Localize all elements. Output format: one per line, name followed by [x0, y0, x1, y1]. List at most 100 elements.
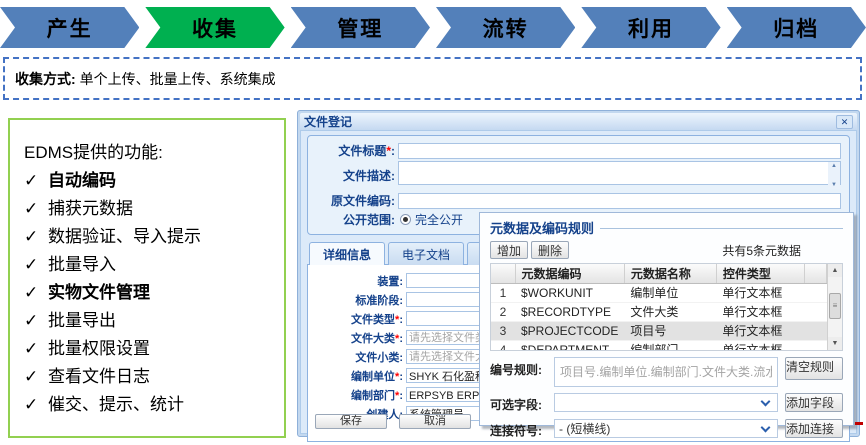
- close-icon[interactable]: ✕: [836, 115, 853, 129]
- row-name: 文件大类: [624, 302, 716, 321]
- table-row[interactable]: 4 $DEPARTMENT 编制部门 单行文本框: [491, 340, 827, 351]
- dialog-footer: 保存 取消: [315, 414, 471, 429]
- form-label: 文件小类:: [308, 349, 406, 365]
- flow-step-circulate: 流转: [436, 7, 575, 48]
- panel-title-row: 元数据及编码规则: [490, 218, 843, 237]
- connector-label: 连接符号:: [490, 418, 554, 439]
- row-code: $WORKUNIT: [515, 283, 624, 302]
- dialog-title: 文件登记: [304, 113, 352, 130]
- radio-public-icon[interactable]: [400, 214, 411, 225]
- feature-text: 数据验证、导入提示: [48, 223, 201, 251]
- file-title-input[interactable]: [398, 143, 841, 159]
- chevron-down-icon[interactable]: [761, 396, 771, 406]
- panel-title: 元数据及编码规则: [490, 218, 594, 237]
- feature-item: ✓批量导入: [24, 251, 276, 279]
- file-description-wrap: ▲ ▼: [398, 161, 841, 190]
- flow-step-utilize: 利用: [581, 7, 720, 48]
- row-num: 1: [491, 283, 515, 302]
- table-header-row: 元数据编码 元数据名称 控件类型: [491, 264, 827, 283]
- row-name: 编制部门: [624, 340, 716, 351]
- form-label: 文件类型*:: [308, 311, 406, 327]
- chevron-down-icon[interactable]: [761, 422, 771, 432]
- feature-text: 捕获元数据: [48, 195, 133, 223]
- scrollbar-track[interactable]: ≡: [828, 277, 842, 337]
- original-code-input[interactable]: [398, 193, 841, 209]
- row-type: 单行文本框: [716, 283, 804, 302]
- check-icon: ✓: [24, 391, 48, 419]
- check-icon: ✓: [24, 307, 48, 335]
- check-icon: ✓: [24, 335, 48, 363]
- add-connector-button[interactable]: 添加连接: [785, 419, 843, 438]
- title-divider: [600, 228, 843, 229]
- feature-item: ✓捕获元数据: [24, 195, 276, 223]
- field-row-description: 文件描述: ▲ ▼: [308, 161, 841, 190]
- feature-text: 批量导出: [48, 307, 116, 335]
- check-icon: ✓: [24, 279, 48, 307]
- table-row[interactable]: 1 $WORKUNIT 编制单位 单行文本框: [491, 283, 827, 302]
- feature-text: 催交、提示、统计: [48, 391, 184, 419]
- table-row[interactable]: 2 $RECORDTYPE 文件大类 单行文本框: [491, 302, 827, 321]
- form-label: 编制单位*:: [308, 368, 406, 384]
- row-num: 4: [491, 340, 515, 351]
- tab-electronic-doc[interactable]: 电子文档: [388, 242, 464, 265]
- flow-step-label: 管理: [337, 13, 383, 43]
- table-row-selected[interactable]: 3 $PROJECTCODE 项目号 单行文本框: [491, 321, 827, 340]
- row-num: 2: [491, 302, 515, 321]
- row-type: 单行文本框: [716, 321, 804, 340]
- features-title: EDMS提供的功能:: [24, 138, 276, 163]
- flow-step-label: 收集: [192, 13, 238, 43]
- tab-detail-info[interactable]: 详细信息: [309, 242, 385, 265]
- delete-metadata-button[interactable]: 删除: [531, 241, 569, 259]
- add-metadata-button[interactable]: 增加: [490, 241, 528, 259]
- save-button[interactable]: 保存: [315, 414, 387, 429]
- feature-item: ✓数据验证、导入提示: [24, 223, 276, 251]
- clear-rule-button[interactable]: 清空规则: [785, 357, 843, 380]
- red-annotation-mark: [855, 422, 863, 425]
- collect-method-note: 收集方式: 单个上传、批量上传、系统集成: [3, 57, 862, 100]
- field-label: 原文件编码:: [308, 192, 398, 209]
- panel-toolbar: 增加 删除 共有5条元数据: [490, 241, 843, 259]
- table-scrollbar[interactable]: ▲ ≡ ▼: [827, 264, 842, 350]
- edms-features-box: EDMS提供的功能: ✓自动编码 ✓捕获元数据 ✓数据验证、导入提示 ✓批量导入…: [8, 118, 286, 438]
- feature-item: ✓批量导出: [24, 307, 276, 335]
- flow-step-label: 归档: [773, 13, 819, 43]
- optional-field-select[interactable]: [554, 393, 778, 412]
- metadata-table: 元数据编码 元数据名称 控件类型 1 $WORKUNIT 编制单位 单行文本框 …: [491, 264, 827, 351]
- header-empty: [804, 264, 826, 283]
- process-flow: 产生 收集 管理 流转 利用 归档: [0, 7, 866, 48]
- textarea-scroll: ▲ ▼: [828, 162, 840, 189]
- scroll-down-icon[interactable]: ▼: [828, 337, 842, 350]
- flow-step-manage: 管理: [291, 7, 430, 48]
- row-name: 项目号: [624, 321, 716, 340]
- connector-select[interactable]: - (短横线): [554, 419, 778, 438]
- cancel-button[interactable]: 取消: [399, 414, 471, 429]
- metadata-count: 共有5条元数据: [722, 242, 801, 259]
- feature-text: 实物文件管理: [48, 279, 150, 307]
- feature-text: 查看文件日志: [48, 363, 150, 391]
- file-description-input[interactable]: [398, 161, 841, 185]
- scroll-down-icon[interactable]: ▼: [831, 181, 837, 189]
- connector-value: - (短横线): [559, 420, 610, 437]
- header-num: [491, 264, 515, 283]
- row-empty: [804, 321, 826, 340]
- optional-field-label: 可选字段:: [490, 392, 554, 413]
- scrollbar-thumb[interactable]: ≡: [829, 293, 841, 319]
- feature-text: 批量导入: [48, 251, 116, 279]
- numbering-rule-label: 编号规则:: [490, 357, 554, 387]
- scroll-up-icon[interactable]: ▲: [828, 264, 842, 277]
- flow-step-label: 产生: [47, 13, 93, 43]
- form-label: 标准阶段:: [308, 292, 406, 308]
- scroll-up-icon[interactable]: ▲: [831, 162, 837, 170]
- metadata-table-wrap: 元数据编码 元数据名称 控件类型 1 $WORKUNIT 编制单位 单行文本框 …: [490, 263, 843, 351]
- add-field-button[interactable]: 添加字段: [785, 393, 843, 412]
- feature-item: ✓实物文件管理: [24, 279, 276, 307]
- numbering-rule-row: 编号规则: 清空规则: [490, 357, 843, 387]
- header-code: 元数据编码: [515, 264, 624, 283]
- flow-step-archive: 归档: [727, 7, 866, 48]
- radio-public-label[interactable]: 完全公开: [415, 211, 463, 228]
- header-name: 元数据名称: [624, 264, 716, 283]
- numbering-rule-input[interactable]: [554, 357, 778, 387]
- row-empty: [804, 283, 826, 302]
- feature-text: 自动编码: [48, 167, 116, 195]
- check-icon: ✓: [24, 167, 48, 195]
